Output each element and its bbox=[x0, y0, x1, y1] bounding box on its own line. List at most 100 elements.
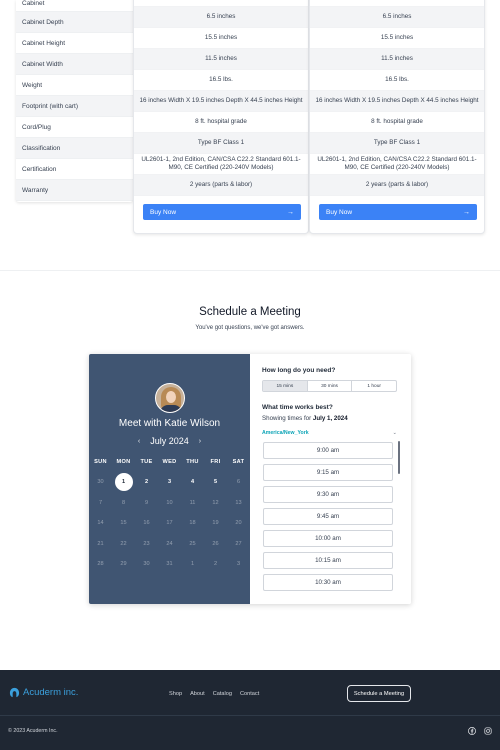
calendar-day[interactable]: 5 bbox=[204, 474, 227, 490]
weekday-label: THU bbox=[186, 459, 199, 465]
spec-label: Certification bbox=[16, 159, 133, 180]
spec-value: 15.5 inches bbox=[134, 28, 308, 49]
duration-option[interactable]: 30 mins bbox=[308, 381, 353, 391]
footer-divider bbox=[0, 715, 500, 716]
schedule-subtitle: You've got questions, we've got answers. bbox=[195, 325, 305, 331]
spec-value: 8 ft. hospital grade bbox=[310, 112, 484, 133]
calendar-day: 27 bbox=[235, 540, 242, 547]
time-slot[interactable]: 9:45 am bbox=[263, 508, 393, 525]
weekday-header: SUN MON TUE WED THU FRI SAT bbox=[89, 459, 250, 465]
weekday-label: SUN bbox=[94, 459, 107, 465]
calendar-day[interactable]: 4 bbox=[181, 474, 204, 490]
weekday-label: WED bbox=[162, 459, 177, 465]
time-slot[interactable]: 10:15 am bbox=[263, 552, 393, 569]
calendar-day: 30 bbox=[143, 561, 150, 567]
calendar-day: 26 bbox=[212, 540, 219, 547]
timezone-select[interactable]: America/New_York ⌄ bbox=[262, 430, 397, 436]
spec-label: Warranty bbox=[16, 180, 133, 201]
brand-logo[interactable]: Acuderm inc. bbox=[9, 687, 78, 698]
spec-value: UL2601-1, 2nd Edition, CAN/CSA C22.2 Sta… bbox=[134, 154, 308, 175]
footer-nav-link[interactable]: Catalog bbox=[213, 691, 232, 697]
calendar-day: 1 bbox=[190, 561, 195, 567]
calendar-week-row: 30 1 2 3 4 5 6 bbox=[89, 473, 250, 491]
calendar-day: 16 bbox=[143, 520, 150, 526]
calendar-week-row: 14 15 16 17 18 19 20 bbox=[89, 515, 250, 531]
spec-value: 6.5 inches bbox=[134, 7, 308, 28]
calendar-day: 10 bbox=[166, 499, 173, 506]
calendar-day[interactable]: 3 bbox=[158, 474, 181, 490]
chevron-down-icon: ⌄ bbox=[392, 430, 397, 436]
schedule-meeting-button[interactable]: Schedule a Meeting bbox=[347, 685, 411, 702]
time-slot[interactable]: 10:30 am bbox=[263, 574, 393, 591]
spec-value: 2 years (parts & labor) bbox=[310, 175, 484, 196]
calendar-day-selected[interactable]: 1 bbox=[112, 473, 135, 491]
spec-label: Cabinet bbox=[16, 0, 133, 12]
arrow-right-icon: → bbox=[463, 208, 470, 216]
spec-value: 16 inches Width X 19.5 inches Depth X 44… bbox=[310, 91, 484, 112]
calendar-day[interactable]: 2 bbox=[135, 474, 158, 490]
facebook-icon[interactable] bbox=[468, 727, 476, 735]
product-card-2: Non-conductive/non-conductive6.5 inches1… bbox=[309, 0, 485, 234]
weekday-label: TUE bbox=[140, 459, 153, 465]
calendar-day: 21 bbox=[97, 540, 104, 547]
calendar-day: 17 bbox=[166, 520, 173, 526]
spec-label: Cord/Plug bbox=[16, 117, 133, 138]
time-slot[interactable]: 10:00 am bbox=[263, 530, 393, 547]
site-footer: Acuderm inc. Shop About Catalog Contact Sch… bbox=[0, 670, 500, 750]
time-slot[interactable]: 9:15 am bbox=[263, 464, 393, 481]
calendar-day: 28 bbox=[97, 561, 104, 567]
duration-option[interactable]: 15 mins bbox=[263, 381, 308, 391]
arrow-right-icon: → bbox=[287, 208, 294, 216]
instagram-icon[interactable] bbox=[484, 727, 492, 735]
showing-times-text: Showing times for July 1, 2024 bbox=[262, 415, 348, 422]
schedule-title: Schedule a Meeting bbox=[199, 306, 301, 318]
spec-label: Classification bbox=[16, 138, 133, 159]
buy-now-label: Buy Now bbox=[150, 208, 177, 216]
calendar-day: 25 bbox=[189, 540, 196, 547]
weekday-label: SAT bbox=[232, 459, 245, 465]
spec-label-column: Cabinet Cabinet Depth Cabinet Height Cabine… bbox=[16, 0, 133, 201]
spec-value: Non-conductive/non-conductive bbox=[134, 0, 308, 7]
calendar-day: 2 bbox=[213, 561, 218, 567]
spec-value: 11.5 inches bbox=[134, 49, 308, 70]
showing-date: July 1, 2024 bbox=[312, 415, 348, 422]
time-picker-panel: How long do you need? 15 mins 30 mins 1 ho… bbox=[250, 354, 411, 604]
footer-nav-link[interactable]: Contact bbox=[240, 691, 259, 697]
time-slot[interactable]: 9:00 am bbox=[263, 442, 393, 459]
showing-prefix: Showing times for bbox=[262, 415, 313, 422]
slot-list-scrollbar[interactable] bbox=[398, 441, 400, 474]
time-slot[interactable]: 9:30 am bbox=[263, 486, 393, 503]
calendar-day: 24 bbox=[166, 540, 173, 547]
calendar-day: 29 bbox=[120, 561, 127, 567]
calendar-day: 14 bbox=[97, 520, 104, 526]
weekday-label: MON bbox=[116, 459, 131, 465]
buy-now-button[interactable]: Buy Now → bbox=[319, 204, 477, 220]
calendar-day: 31 bbox=[166, 561, 173, 567]
calendar-day: 22 bbox=[120, 540, 127, 547]
spec-value: 16.5 lbs. bbox=[310, 70, 484, 91]
calendar-day: 3 bbox=[236, 561, 241, 567]
spec-label: Footprint (with cart) bbox=[16, 96, 133, 117]
calendar-day: 19 bbox=[212, 520, 219, 526]
avatar bbox=[155, 383, 185, 413]
time-slot-list: 9:00 am 9:15 am 9:30 am 9:45 am 10:00 am 10:1… bbox=[263, 442, 393, 596]
duration-selector: 15 mins 30 mins 1 hour bbox=[262, 380, 397, 392]
chevron-right-icon[interactable]: › bbox=[199, 438, 201, 445]
product-card-1: Non-conductive/non-conductive6.5 inches1… bbox=[133, 0, 309, 234]
calendar-day: 6 bbox=[236, 479, 241, 485]
calendar-day: 23 bbox=[143, 540, 150, 547]
spec-value: 2 years (parts & labor) bbox=[134, 175, 308, 196]
month-label: July 2024 bbox=[150, 436, 189, 446]
footer-nav-link[interactable]: About bbox=[190, 691, 205, 697]
calendar-panel: Meet with Katie Wilson ‹ July 2024 › SUN… bbox=[89, 354, 250, 604]
calendar-day: 12 bbox=[212, 499, 219, 506]
spec-label: Cabinet Width bbox=[16, 54, 133, 75]
spec-label: Weight bbox=[16, 75, 133, 96]
spec-value: Type BF Class 1 bbox=[310, 133, 484, 154]
duration-option[interactable]: 1 hour bbox=[352, 381, 396, 391]
spec-comparison-table: Cabinet Cabinet Depth Cabinet Height Cabine… bbox=[16, 0, 485, 236]
buy-now-button[interactable]: Buy Now → bbox=[143, 204, 301, 220]
chevron-left-icon[interactable]: ‹ bbox=[138, 438, 140, 445]
spec-value: 16 inches Width X 19.5 inches Depth X 44… bbox=[134, 91, 308, 112]
footer-nav-link[interactable]: Shop bbox=[169, 691, 182, 697]
